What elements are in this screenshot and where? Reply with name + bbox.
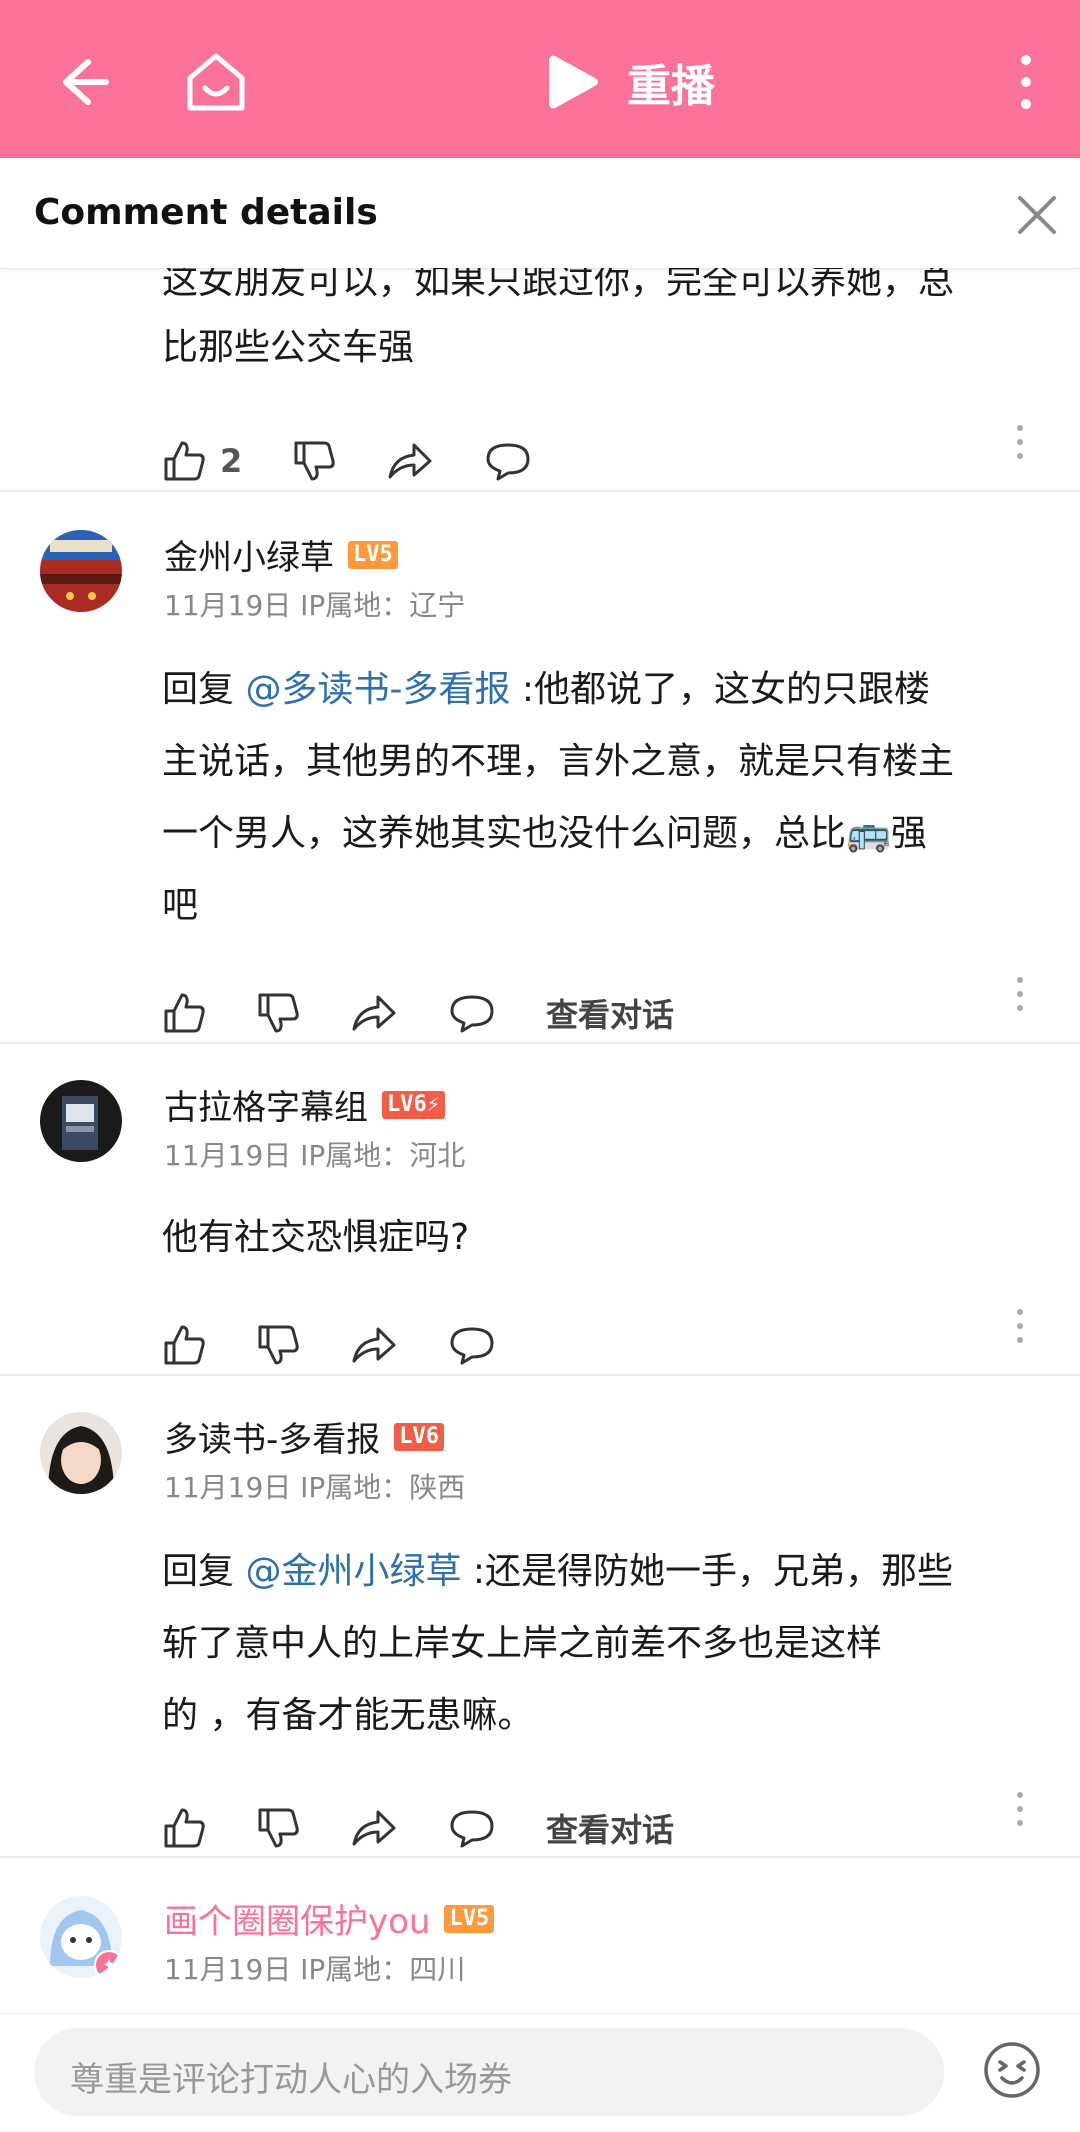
dislike-button[interactable]: [256, 1323, 300, 1367]
mention-link[interactable]: @金州小绿草: [245, 1551, 461, 1592]
play-icon: [549, 55, 598, 109]
dislike-button[interactable]: [256, 1806, 300, 1850]
avatar[interactable]: [40, 530, 122, 612]
avatar[interactable]: [40, 1080, 122, 1162]
comment-text-line: 这女朋友可以，如果只跟过你，完全可以养她，总: [162, 268, 955, 302]
more-vertical-icon[interactable]: [1014, 1306, 1026, 1346]
username[interactable]: 多读书-多看报: [164, 1412, 380, 1461]
comment-meta: 11月19日 IP属地：四川: [164, 1953, 466, 1986]
share-icon: [352, 995, 396, 1031]
share-button[interactable]: [350, 1806, 398, 1850]
level-badge: LV6⚡: [382, 1090, 445, 1119]
comment-text-line: 主说话，其他男的不理，言外之意，就是只有楼主: [162, 741, 955, 782]
comment-bubble-icon: [450, 1327, 494, 1365]
badge-icon: ✦: [94, 1950, 122, 1978]
thumbs-down-icon: [294, 441, 335, 481]
comment-text-line: 的 ，有备才能无患嘛。: [162, 1695, 534, 1736]
share-icon: [352, 1327, 396, 1363]
comment-actions: 查看对话: [162, 988, 674, 1038]
dislike-button[interactable]: [256, 991, 300, 1035]
comment-actions: 查看对话: [162, 1803, 674, 1853]
share-button[interactable]: [386, 439, 434, 483]
comment-text: 他有社交恐惧症吗?: [162, 1217, 470, 1258]
comment-text-line: 吧: [162, 885, 199, 926]
reply-prefix: 回复: [162, 669, 246, 710]
thumbs-up-icon: [164, 1808, 205, 1848]
level-badge: LV6: [394, 1422, 445, 1451]
top-bar: 重播: [0, 0, 1080, 158]
like-button[interactable]: [162, 1806, 206, 1850]
close-icon[interactable]: [1014, 192, 1060, 238]
level-badge: LV5: [444, 1904, 495, 1933]
thumbs-up-icon: [164, 1325, 205, 1365]
more-vertical-icon[interactable]: [1008, 52, 1044, 112]
replay-button[interactable]: 重播: [545, 46, 715, 118]
comment-text: :还是得防她一手，兄弟，那些: [461, 1551, 954, 1592]
comment-bubble-icon: [486, 443, 530, 481]
emoji-icon[interactable]: [982, 2040, 1042, 2100]
comment-text-line: 回复 @多读书-多看报 :他都说了，这女的只跟楼: [162, 654, 930, 726]
comment-details-header: Comment details: [0, 158, 1080, 269]
reply-button[interactable]: [484, 439, 532, 483]
avatar[interactable]: ✦: [40, 1896, 122, 1978]
comment-text-line: 回复 @金州小绿草 :还是得防她一手，兄弟，那些: [162, 1536, 953, 1608]
reply-button[interactable]: [448, 1806, 496, 1850]
home-icon[interactable]: [180, 46, 252, 118]
divider: [0, 1856, 1080, 1858]
avatar[interactable]: [40, 1412, 122, 1494]
reply-prefix: 回复: [162, 1551, 246, 1592]
more-vertical-icon[interactable]: [1014, 1789, 1026, 1829]
comment-bubble-icon: [450, 1810, 494, 1848]
reply-button[interactable]: [448, 1323, 496, 1367]
view-conversation-link[interactable]: 查看对话: [546, 990, 674, 1036]
username-row: 古拉格字幕组 LV6⚡: [164, 1080, 445, 1129]
comment-input[interactable]: 尊重是评论打动人心的入场券: [34, 2028, 944, 2116]
divider: [0, 1374, 1080, 1376]
comment-text-line: 斩了意中人的上岸女上岸之前差不多也是这样: [162, 1623, 883, 1664]
comment-actions: 2: [162, 436, 582, 486]
mention-link[interactable]: @多读书-多看报: [245, 669, 510, 710]
thumbs-down-icon: [258, 993, 299, 1033]
level-badge: LV5: [348, 540, 398, 569]
username-row: 金州小绿草 LV5: [164, 530, 398, 579]
divider: [0, 490, 1080, 492]
reply-button[interactable]: [448, 991, 496, 1035]
thumbs-down-icon: [258, 1325, 299, 1365]
thumbs-up-icon: [164, 993, 205, 1033]
more-vertical-icon[interactable]: [1014, 974, 1026, 1014]
dislike-button[interactable]: [292, 439, 336, 483]
share-button[interactable]: [350, 1323, 398, 1367]
comment-input-bar: 尊重是评论打动人心的入场券: [0, 2013, 1080, 2132]
comment-input-placeholder: 尊重是评论打动人心的入场券: [70, 2060, 512, 2100]
comment-text-line: 一个男人，这养她其实也没什么问题，总比🚌强: [162, 813, 927, 854]
share-icon: [388, 443, 432, 479]
username[interactable]: 画个圈圈保护you: [164, 1894, 430, 1943]
username-row: 画个圈圈保护you LV5: [164, 1894, 495, 1943]
back-arrow-icon[interactable]: [48, 50, 112, 114]
divider: [0, 1042, 1080, 1044]
page-title: Comment details: [34, 192, 378, 233]
view-conversation-link[interactable]: 查看对话: [546, 1805, 674, 1851]
more-vertical-icon[interactable]: [1014, 422, 1026, 462]
comment-text: :他都说了，这女的只跟楼: [510, 669, 931, 710]
username-row: 多读书-多看报 LV6: [164, 1412, 445, 1461]
comment-meta: 11月19日 IP属地：辽宁: [164, 589, 466, 622]
like-button[interactable]: [162, 991, 206, 1035]
comment-meta: 11月19日 IP属地：陕西: [164, 1471, 466, 1504]
thumbs-up-icon: [164, 441, 205, 481]
username[interactable]: 古拉格字幕组: [164, 1080, 368, 1129]
like-count: 2: [220, 442, 243, 480]
replay-label: 重播: [627, 61, 715, 112]
comment-meta: 11月19日 IP属地：河北: [164, 1139, 466, 1172]
comment-bubble-icon: [450, 995, 494, 1033]
like-button[interactable]: [162, 1323, 206, 1367]
share-icon: [352, 1810, 396, 1846]
comment-text-line: 比那些公交车强: [162, 327, 415, 368]
thumbs-down-icon: [258, 1808, 299, 1848]
username[interactable]: 金州小绿草: [164, 530, 334, 579]
comment-actions: [162, 1320, 546, 1370]
comment-list[interactable]: 这女朋友可以，如果只跟过你，完全可以养她，总 比那些公交车强 2 金州小绿草 L…: [0, 268, 1080, 2013]
share-button[interactable]: [350, 991, 398, 1035]
like-button[interactable]: 2: [162, 439, 242, 483]
